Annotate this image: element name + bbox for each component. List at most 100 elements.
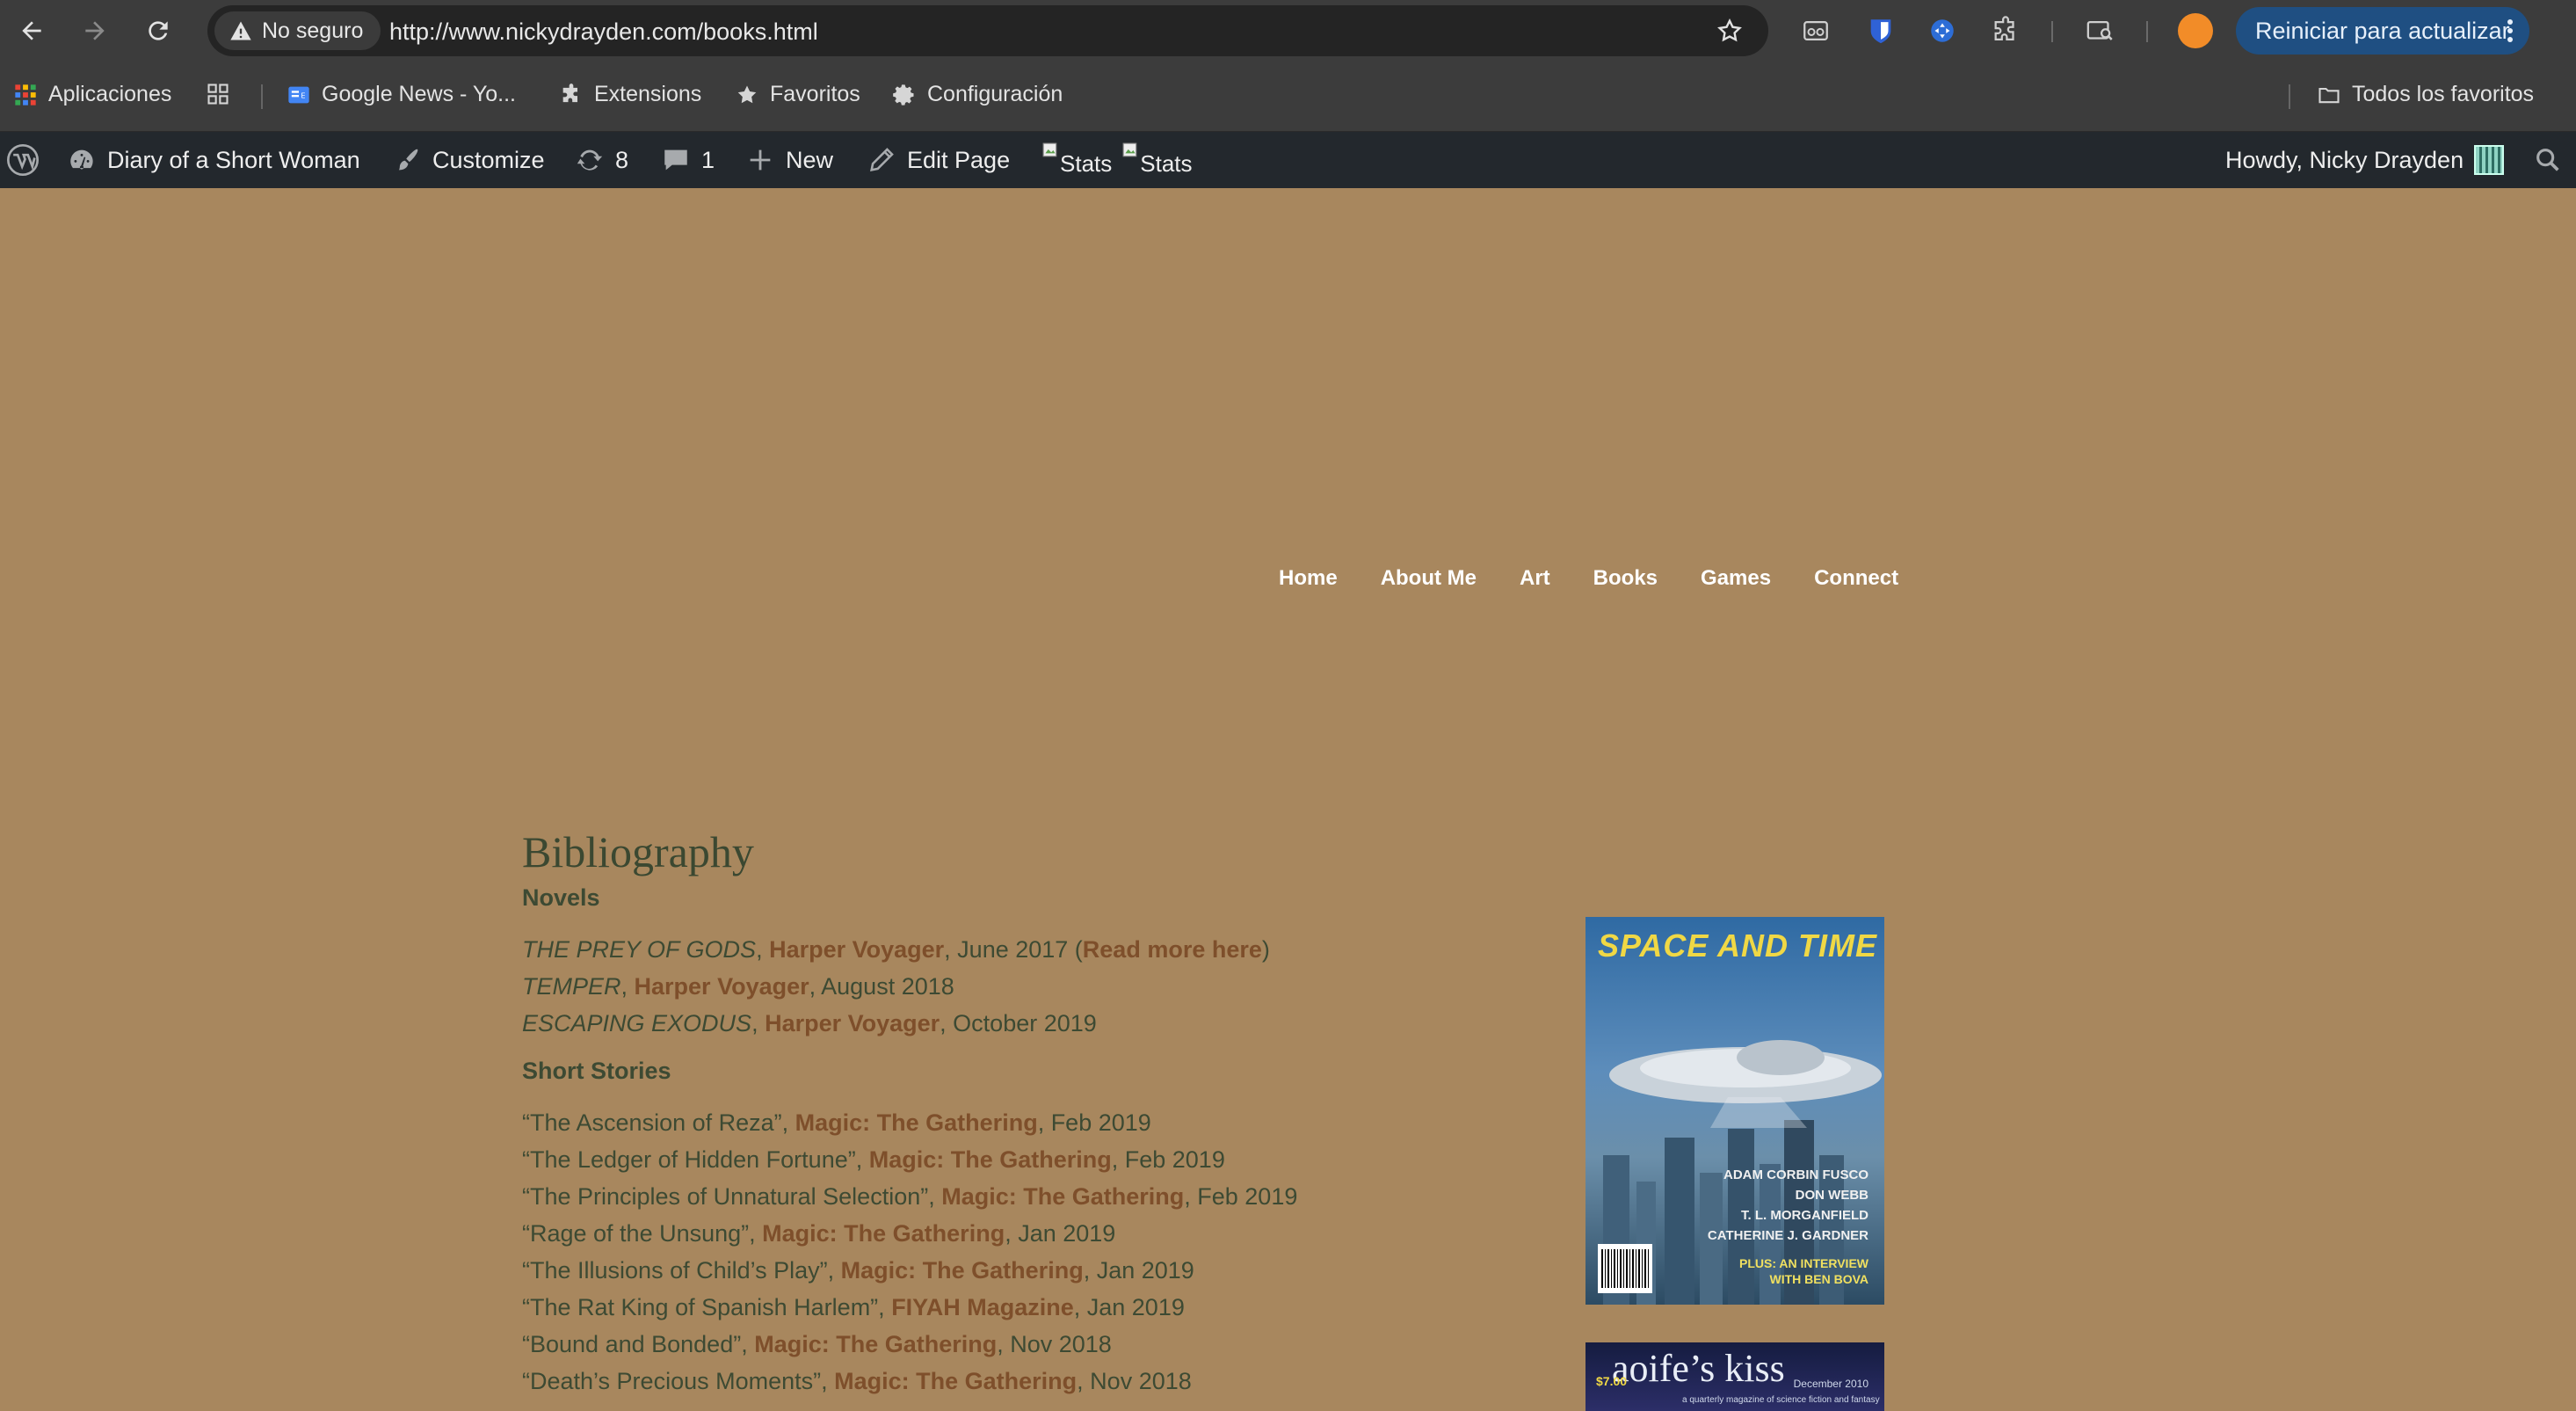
bookmark-apps[interactable]: Aplicaciones [13, 82, 171, 107]
restart-to-update-button[interactable]: Reiniciar para actualizar [2236, 7, 2529, 55]
toolbar-divider [2146, 21, 2148, 42]
barcode [1598, 1244, 1652, 1293]
puzzle-extension-icon[interactable] [1927, 15, 1958, 47]
plus-icon [750, 149, 771, 171]
edit-page-link[interactable]: Edit Page [867, 132, 1010, 188]
star-icon [737, 85, 757, 103]
bookmark-extensions[interactable]: Extensions [559, 82, 701, 107]
aoifes-kiss-cover[interactable]: aoife’s kiss $7.00 December 2010 a quart… [1586, 1342, 1884, 1411]
publisher-link[interactable]: Magic: The Gathering [762, 1220, 1005, 1247]
comments-count: 1 [701, 146, 715, 173]
cover-author-list: ADAM CORBIN FUSCO DON WEBB T. L. MORGANF… [1707, 1167, 1869, 1243]
site-name-menu[interactable]: Diary of a Short Woman [67, 132, 360, 188]
reload-icon [149, 21, 168, 40]
publisher-link[interactable]: Harper Voyager [635, 973, 809, 1000]
bookmark-configuracion-label: Configuración [927, 82, 1063, 106]
stats-link[interactable]: Stats Stats [1042, 132, 1193, 188]
kebab-menu-icon[interactable] [2507, 18, 2514, 44]
google-news-icon: E [288, 86, 309, 103]
story-item: “The Rat King of Spanish Harlem”, FIYAH … [522, 1294, 1185, 1320]
extensions-icon[interactable] [1990, 15, 2021, 47]
publisher-link[interactable]: Magic: The Gathering [754, 1331, 997, 1357]
bookmark-all-folder[interactable]: Todos los favoritos [2317, 82, 2534, 107]
gear-icon [893, 84, 914, 105]
story-item: “The Principles of Unnatural Selection”,… [522, 1183, 1298, 1210]
nav-art[interactable]: Art [1520, 566, 1550, 591]
bookmark-tab-groups[interactable] [206, 82, 230, 106]
bitwarden-shield-icon[interactable] [1865, 15, 1897, 47]
space-and-time-cover[interactable]: SPACE AND TIME ADAM CORBIN FUSCO DON WEB… [1586, 917, 1884, 1305]
nav-home[interactable]: Home [1279, 566, 1338, 591]
bookmark-star-icon[interactable] [1716, 17, 1744, 45]
my-account-menu[interactable]: Howdy, Nicky Drayden [2225, 132, 2505, 188]
cover-price: $7.00 [1596, 1374, 1628, 1388]
howdy-label: Howdy, Nicky Drayden [2225, 146, 2464, 173]
svg-text:E: E [301, 91, 305, 99]
url-text[interactable]: http://www.nickydrayden.com/books.html [389, 18, 818, 46]
bookmark-all-label: Todos los favoritos [2352, 82, 2535, 106]
reload-button[interactable] [140, 12, 177, 49]
nav-connect[interactable]: Connect [1814, 566, 1898, 591]
site-name-label: Diary of a Short Woman [107, 146, 360, 173]
publisher-link[interactable]: Harper Voyager [769, 936, 944, 963]
main-nav: Home About Me Art Books Games Connect [1279, 566, 1898, 591]
stats-broken-image: Stats [1122, 142, 1193, 178]
bookmark-divider [2289, 84, 2290, 109]
comments-link[interactable]: 1 [661, 132, 715, 188]
apps-grid-icon [15, 84, 36, 105]
nav-about-me[interactable]: About Me [1381, 566, 1477, 591]
cover-masthead: SPACE AND TIME [1598, 927, 1878, 964]
novel-item: TEMPER, Harper Voyager, August 2018 [522, 973, 954, 1000]
new-content-link[interactable]: New [745, 132, 833, 188]
security-chip[interactable]: No seguro [214, 11, 381, 50]
dashboard-gauge-icon [70, 149, 93, 170]
publisher-link[interactable]: Magic: The Gathering [941, 1183, 1184, 1210]
publisher-link[interactable]: Magic: The Gathering [795, 1109, 1038, 1136]
novel-item: ESCAPING EXODUS, Harper Voyager, October… [522, 1010, 1097, 1036]
story-item: “Rage of the Unsung”, Magic: The Gatheri… [522, 1220, 1116, 1247]
back-button[interactable] [13, 12, 50, 49]
paintbrush-icon [398, 149, 418, 171]
ufo-illustration [1609, 1040, 1882, 1128]
nav-books[interactable]: Books [1593, 566, 1658, 591]
story-item: “The Ledger of Hidden Fortune”, Magic: T… [522, 1146, 1225, 1173]
reading-mode-icon[interactable] [1800, 15, 1832, 47]
wp-admin-bar: Diary of a Short Woman Customize 8 1 New… [0, 132, 2576, 188]
cover-tagline: a quarterly magazine of science fiction … [1682, 1395, 1880, 1405]
tab-search-icon[interactable] [2085, 15, 2116, 47]
bookmark-google-news[interactable]: E Google News - Yo... [287, 82, 516, 107]
back-arrow-icon [22, 21, 41, 40]
bookmark-configuracion[interactable]: Configuración [892, 82, 1063, 107]
address-bar[interactable]: No seguro http://www.nickydrayden.com/bo… [207, 5, 1768, 56]
novel-item: THE PREY OF GODS, Harper Voyager, June 2… [522, 936, 1270, 963]
customize-link[interactable]: Customize [392, 132, 545, 188]
publisher-link[interactable]: Magic: The Gathering [834, 1368, 1077, 1394]
cover-plus-line: PLUS: AN INTERVIEW WITH BEN BOVA [1738, 1256, 1869, 1286]
profile-avatar[interactable] [2178, 13, 2213, 48]
cover-masthead: aoife’s kiss [1612, 1347, 1785, 1390]
publisher-link[interactable]: Magic: The Gathering [869, 1146, 1112, 1173]
wordpress-logo-icon [7, 144, 39, 176]
story-item: “The Ascension of Reza”, Magic: The Gath… [522, 1109, 1151, 1136]
updates-link[interactable]: 8 [575, 132, 628, 188]
broken-image-icon [1042, 142, 1057, 157]
bookmark-divider [261, 84, 263, 109]
new-label: New [786, 146, 834, 173]
forward-button[interactable] [76, 12, 113, 49]
grid-icon [207, 84, 229, 105]
speech-bubble-icon [664, 149, 687, 171]
puzzle-piece-icon [562, 83, 577, 102]
bookmark-favoritos[interactable]: Favoritos [735, 82, 860, 107]
publisher-link[interactable]: Magic: The Gathering [841, 1257, 1084, 1284]
security-label: No seguro [262, 18, 364, 43]
read-more-link[interactable]: Read more here [1083, 936, 1262, 963]
page-title: Bibliography [522, 827, 754, 876]
wp-logo-menu[interactable] [5, 132, 40, 188]
admin-search[interactable] [2533, 132, 2563, 188]
warning-icon [230, 21, 251, 40]
publisher-link[interactable]: FIYAH Magazine [891, 1294, 1074, 1320]
search-icon [2536, 149, 2559, 171]
publisher-link[interactable]: Harper Voyager [765, 1010, 940, 1036]
nav-games[interactable]: Games [1701, 566, 1771, 591]
toolbar-divider [2051, 21, 2053, 42]
